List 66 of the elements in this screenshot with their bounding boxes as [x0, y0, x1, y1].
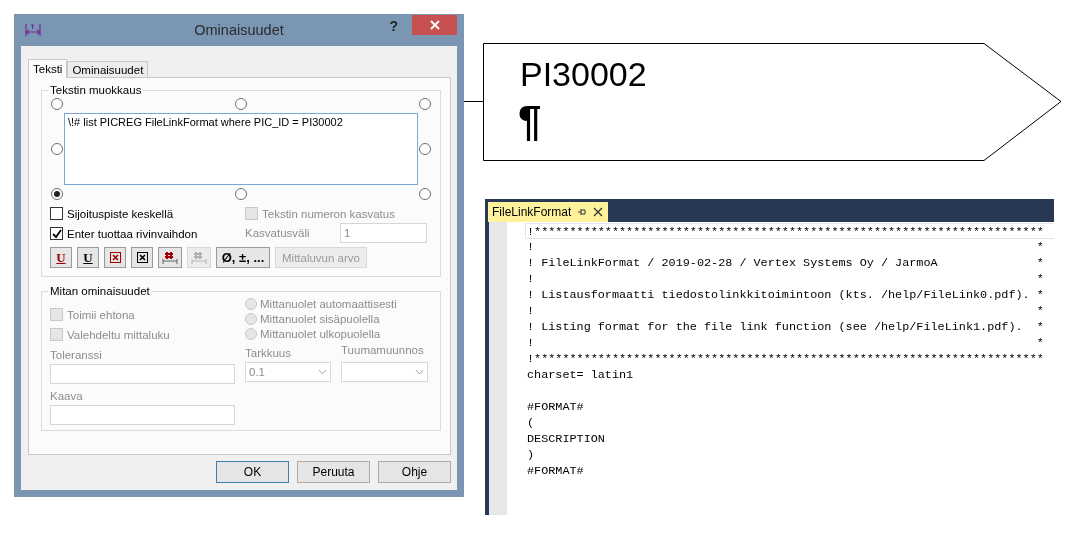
chevron-icon — [318, 369, 327, 375]
pilcrow-mark: ¶ — [518, 97, 542, 145]
field-label: Tuumamuunnos — [341, 344, 425, 356]
code-line: DESCRIPTION — [527, 431, 606, 447]
chevron-icon — [415, 369, 424, 375]
code-line: ! * — [527, 239, 1045, 255]
radio-label: Mittanuolet automaattisesti — [260, 298, 397, 310]
code-line: ! FileLinkFormat / 2019-02-28 / Vertex Systems Oy / JarmoA * — [527, 255, 1045, 271]
code-line: ) — [527, 447, 536, 463]
radio-label: Mittanuolet ulkopuolella — [260, 328, 381, 340]
code-line: ! * — [527, 271, 1045, 287]
anchor-radio[interactable] — [235, 98, 247, 110]
group-title: Tekstin muokkaus — [49, 84, 143, 96]
dialog-button[interactable]: OK — [216, 461, 289, 483]
code-line: charset= latin1 — [527, 367, 635, 383]
code-line: #FORMAT# — [527, 399, 585, 415]
checkbox[interactable] — [50, 227, 63, 240]
tab[interactable]: Ominaisuudet — [67, 61, 149, 77]
check-icon — [51, 228, 62, 239]
help-button[interactable]: ? — [389, 18, 398, 34]
field-label: Kaava — [50, 390, 84, 402]
leader-line — [464, 101, 484, 102]
close-icon[interactable] — [593, 207, 604, 217]
editor-tab[interactable]: FileLinkFormat — [488, 202, 609, 222]
close-button[interactable] — [412, 15, 457, 35]
code-line: !************************************************************************ — [527, 351, 1045, 367]
code-line: !************************************************************************ — [525, 223, 1054, 239]
dialog-button[interactable]: Ohje — [378, 461, 451, 483]
radio-label: Mittanuolet sisäpuolella — [260, 313, 380, 325]
anchor-radio[interactable] — [235, 188, 247, 200]
checkbox-label: Valehdeltu mittaluku — [67, 328, 170, 341]
anchor-radio[interactable] — [419, 98, 431, 110]
dialog-button[interactable]: Peruuta — [297, 461, 370, 483]
code-line: ! Listing format for the file link function (see /help/FileLink1.pdf). * — [527, 319, 1045, 335]
window-title: Ominaisuudet — [194, 22, 284, 38]
anchor-radio[interactable] — [51, 143, 63, 155]
code-line: ! * — [527, 335, 1045, 351]
underline-button[interactable]: U — [77, 247, 99, 268]
checkbox-label: Toimii ehtona — [67, 308, 135, 321]
hash-dimension-icon — [191, 250, 207, 265]
code-line: ! Listausformaatti tiedostolinkkitoimintoon (kts. /help/FileLink0.pdf). * — [527, 287, 1045, 303]
field-label: Toleranssi — [50, 349, 103, 361]
pin-icon[interactable] — [577, 207, 588, 217]
code-line: ! * — [527, 303, 1045, 319]
checkbox[interactable] — [50, 207, 63, 220]
anchor-radio[interactable] — [419, 143, 431, 155]
text-input[interactable]: \!# list PICREG FileLinkFormat where PIC_ID = PI30002 — [64, 113, 418, 185]
boxed-x-button[interactable] — [131, 247, 153, 268]
dimension-icon — [25, 23, 41, 37]
tab[interactable]: Teksti — [28, 59, 68, 78]
anchor-radio[interactable] — [51, 98, 63, 110]
code-line: ( — [527, 415, 536, 431]
boxed-x-button[interactable] — [104, 247, 126, 268]
anchor-radio[interactable] — [51, 188, 63, 200]
checkbox-label: Tekstin numeron kasvatus — [262, 207, 395, 220]
label-text: PI30002 — [520, 55, 647, 94]
close-icon — [429, 20, 440, 30]
symbols-button[interactable]: Ø, ±, ... — [216, 247, 270, 268]
underline-button[interactable]: U — [50, 247, 72, 268]
field-label: Kasvatusväli — [245, 227, 311, 239]
group-title: Mitan ominaisuudet — [49, 285, 151, 297]
anchor-radio[interactable] — [419, 188, 431, 200]
field-label: Tarkkuus — [245, 347, 293, 359]
checkbox-label: Sijoituspiste keskellä — [67, 207, 174, 220]
code-line: #FORMAT# — [527, 463, 585, 479]
checkbox-label: Enter tuottaa rivinvaihdon — [67, 227, 198, 240]
